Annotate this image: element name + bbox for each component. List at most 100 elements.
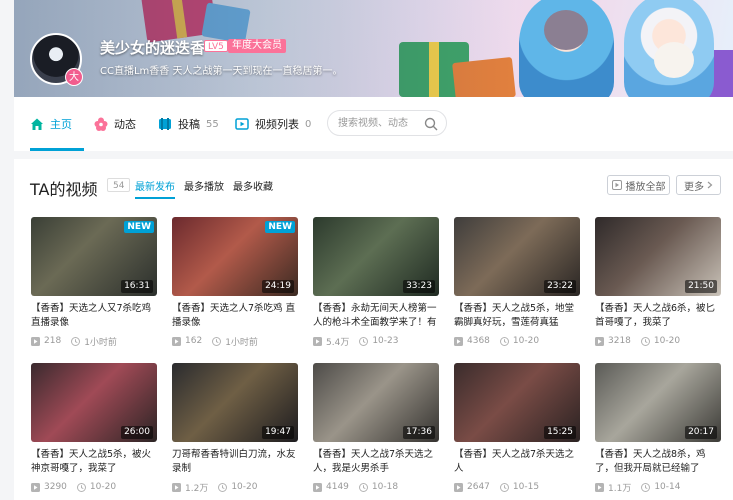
play-count-icon (313, 336, 322, 346)
play-count: 218 (31, 336, 61, 346)
publish-time: 10-15 (499, 482, 539, 492)
publish-time: 10-18 (358, 482, 399, 492)
video-title[interactable]: 【香香】天人之战5杀，被火神京哥嘎了，我菜了 (31, 448, 157, 476)
clock-icon (499, 482, 509, 492)
clock-icon (212, 336, 222, 346)
search-input[interactable] (338, 115, 418, 131)
clock-icon (76, 482, 86, 492)
video-title[interactable]: 【香香】天人之战7杀天选之人 (454, 448, 580, 476)
video-title[interactable]: 【香香】天人之战7杀天选之人，我是火男杀手 (313, 448, 439, 476)
publish-time: 1小时前 (212, 335, 258, 348)
video-thumbnail[interactable]: 21:50 (595, 217, 721, 296)
upload-icon (158, 117, 172, 131)
sort-most-played[interactable]: 最多播放 (184, 178, 224, 193)
video-duration: 16:31 (121, 280, 153, 293)
play-count: 1.2万 (172, 481, 208, 494)
more-button[interactable]: 更多 (676, 175, 721, 195)
video-section: TA的视频 54 最新发布 最多播放 最多收藏 播放全部 更多 NEW 16:3… (14, 159, 733, 500)
video-thumbnail[interactable]: 23:22 (454, 217, 580, 296)
video-card[interactable]: NEW 16:31 【香香】天选之人又7杀吃鸡直播录像 218 1小时前 (31, 217, 157, 348)
video-meta: 162 1小时前 (172, 335, 298, 348)
flower-icon (94, 117, 108, 131)
publish-time: 10-20 (76, 482, 117, 492)
video-title[interactable]: 【香香】永劫无间天人榜第一人的枪斗术全面教学来了！有 (313, 302, 439, 330)
publish-time: 10-14 (641, 482, 680, 492)
video-meta: 4368 10-20 (454, 335, 580, 347)
video-duration: 26:00 (121, 426, 153, 439)
active-tab-underline (30, 148, 84, 151)
publish-time-value: 10-20 (89, 482, 117, 492)
play-count-value: 5.4万 (326, 337, 350, 348)
section-count: 54 (107, 178, 131, 192)
video-meta: 5.4万 10-23 (313, 335, 439, 348)
chevron-right-icon (707, 181, 713, 189)
publish-time-value: 10-20 (653, 336, 681, 346)
video-card[interactable]: 26:00 【香香】天人之战5杀，被火神京哥嘎了，我菜了 3290 10-20 (31, 363, 157, 493)
publish-time: 1小时前 (71, 335, 117, 348)
tab-home[interactable]: 主页 (30, 97, 72, 151)
video-thumbnail[interactable]: 20:17 (595, 363, 721, 442)
clock-icon (359, 336, 369, 346)
sort-latest[interactable]: 最新发布 (135, 178, 175, 199)
play-count-icon (454, 336, 463, 346)
video-thumbnail[interactable]: 33:23 (313, 217, 439, 296)
play-count: 162 (172, 336, 202, 346)
tab-label: 主页 (50, 118, 72, 131)
video-duration: 20:17 (685, 426, 717, 439)
publish-time-value: 10-18 (371, 482, 399, 492)
video-card[interactable]: 21:50 【香香】天人之战6杀，被匕首哥嘎了，我菜了 3218 10-20 (595, 217, 721, 347)
play-count-icon (595, 336, 604, 346)
play-count-icon (172, 482, 181, 492)
publish-time: 10-23 (359, 336, 398, 346)
video-meta: 3290 10-20 (31, 481, 157, 493)
play-count: 3218 (595, 336, 631, 346)
search-icon[interactable] (424, 116, 438, 131)
video-title[interactable]: 【香香】天人之战5杀，地堂霸脚真好玩，雪莲荷真猛 (454, 302, 580, 330)
video-thumbnail[interactable]: NEW 16:31 (31, 217, 157, 296)
user-name[interactable]: 美少女的迷迭香 (100, 37, 205, 58)
video-duration: 23:22 (544, 280, 576, 293)
video-card[interactable]: 20:17 【香香】天人之战8杀，鸡了，但我开局就已经输了 1.1万 10-14 (595, 363, 721, 494)
play-count: 5.4万 (313, 335, 349, 348)
publish-time: 10-20 (499, 336, 539, 346)
video-thumbnail[interactable]: 26:00 (31, 363, 157, 442)
video-card[interactable]: 15:25 【香香】天人之战7杀天选之人 2647 10-15 (454, 363, 580, 493)
tab-count: 0 (305, 118, 312, 130)
video-card[interactable]: 17:36 【香香】天人之战7杀天选之人，我是火男杀手 4149 10-18 (313, 363, 439, 493)
play-count: 2647 (454, 482, 490, 492)
sort-most-favorited[interactable]: 最多收藏 (233, 178, 273, 193)
tab-playlist[interactable]: 视频列表 0 (235, 97, 311, 151)
play-count-value: 3218 (608, 336, 631, 346)
video-thumbnail[interactable]: NEW 24:19 (172, 217, 298, 296)
video-title[interactable]: 【香香】天选之人7杀吃鸡 直播录像 (172, 302, 298, 330)
video-title[interactable]: 【香香】天人之战8杀，鸡了，但我开局就已经输了 (595, 448, 721, 476)
level-badge: LV5 (204, 40, 228, 52)
play-count-value: 1.2万 (185, 483, 209, 494)
play-count-value: 2647 (467, 482, 490, 492)
video-title[interactable]: 刀哥帮香香特训白刀流，水友录制 (172, 448, 298, 476)
video-meta: 4149 10-18 (313, 481, 439, 493)
video-title[interactable]: 【香香】天人之战6杀，被匕首哥嘎了，我菜了 (595, 302, 721, 330)
publish-time-value: 10-20 (231, 482, 258, 492)
play-count: 1.1万 (595, 481, 631, 494)
video-card[interactable]: 23:22 【香香】天人之战5杀，地堂霸脚真好玩，雪莲荷真猛 4368 10-2… (454, 217, 580, 347)
video-card[interactable]: 33:23 【香香】永劫无间天人榜第一人的枪斗术全面教学来了！有 5.4万 10… (313, 217, 439, 348)
tab-uploads[interactable]: 投稿 55 (158, 97, 219, 151)
clock-icon (71, 336, 81, 346)
video-thumbnail[interactable]: 19:47 (172, 363, 298, 442)
video-meta: 3218 10-20 (595, 335, 721, 347)
play-all-button[interactable]: 播放全部 (607, 175, 670, 195)
publish-time-value: 10-14 (654, 482, 681, 492)
video-title[interactable]: 【香香】天选之人又7杀吃鸡直播录像 (31, 302, 157, 330)
video-card[interactable]: 19:47 刀哥帮香香特训白刀流，水友录制 1.2万 10-20 (172, 363, 298, 494)
tab-dynamic[interactable]: 动态 (94, 97, 136, 151)
vip-badge[interactable]: 年度大会员 (228, 39, 286, 53)
video-duration: 24:19 (262, 280, 294, 293)
video-thumbnail[interactable]: 17:36 (313, 363, 439, 442)
publish-time-value: 1小时前 (84, 337, 117, 348)
video-thumbnail[interactable]: 15:25 (454, 363, 580, 442)
video-card[interactable]: NEW 24:19 【香香】天选之人7杀吃鸡 直播录像 162 1小时前 (172, 217, 298, 348)
play-count-icon (595, 482, 604, 492)
navbar: 主页 动态 投稿 55 视频列表 0 (14, 97, 733, 151)
new-badge: NEW (265, 221, 295, 233)
